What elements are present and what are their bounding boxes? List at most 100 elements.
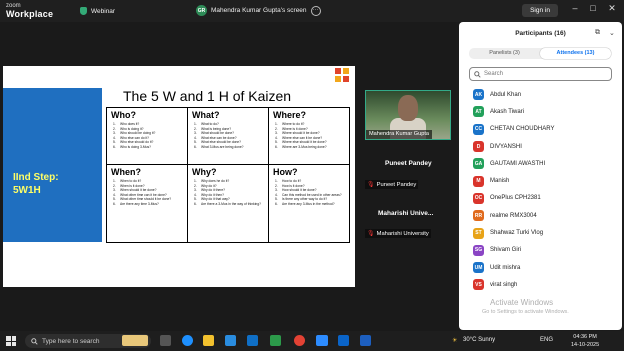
cell-list-item: 6. Who is doing 3-Mus? bbox=[113, 145, 187, 150]
excel-icon[interactable] bbox=[270, 335, 281, 346]
attendee-row[interactable]: AK Abdul Khan bbox=[473, 86, 618, 103]
file-explorer-icon[interactable] bbox=[203, 335, 214, 346]
close-button[interactable]: ✕ bbox=[605, 3, 619, 14]
attendee-row[interactable]: AT Akash Tiwari bbox=[473, 103, 618, 120]
participant-search-input[interactable]: Search bbox=[469, 67, 612, 81]
search-icon bbox=[474, 70, 481, 78]
weather-text[interactable]: 30°C Sunny bbox=[463, 337, 495, 343]
participant-tabs: Panelists (3) Attendees (13) bbox=[469, 48, 611, 59]
avatar: AK bbox=[473, 89, 484, 101]
store-icon[interactable] bbox=[225, 335, 236, 346]
attendee-row[interactable]: M Manish bbox=[473, 172, 618, 189]
cell-heading: Who? bbox=[111, 110, 136, 120]
item-number: 6. bbox=[113, 201, 116, 206]
attendee-row[interactable]: ST Shahwaz Turki Vlog bbox=[473, 224, 618, 241]
taskbar-search-placeholder: Type here to search bbox=[42, 337, 100, 345]
attendee-name: Shahwaz Turki Vlog bbox=[490, 230, 544, 237]
webinar-indicator[interactable]: Webinar bbox=[80, 7, 115, 15]
attendee-row[interactable]: SG Shivam Giri bbox=[473, 242, 618, 259]
item-text: Where are 3-Mus being done? bbox=[282, 144, 327, 149]
attendee-row[interactable]: RR realme RMX3004 bbox=[473, 207, 618, 224]
cell-list: 1. What to do? 2. What is being done? 3. What… bbox=[194, 122, 268, 150]
grid-cell-what: What? 1. What to do? 2. What is being done?… bbox=[187, 107, 269, 165]
cell-heading: When? bbox=[111, 167, 141, 177]
maximize-button[interactable]: □ bbox=[586, 3, 600, 13]
attendee-row[interactable]: D DIVYANSHI bbox=[473, 138, 618, 155]
webinar-label: Webinar bbox=[91, 7, 116, 15]
cell-heading: What? bbox=[192, 110, 220, 120]
step-line-2: 5W1H bbox=[13, 185, 41, 196]
tile-title-maharishi: Maharishi Unive... bbox=[378, 210, 434, 217]
cell-list: 1. How to do it? 2. How is it done? 3. How sh… bbox=[275, 179, 349, 207]
cell-list-item: 6. Are there any time 3-Mus? bbox=[113, 202, 187, 207]
slide-logo-icon bbox=[335, 68, 349, 82]
speaker-name-label: Mahendra Kumar Gupta bbox=[366, 130, 433, 139]
search-highlight-icon[interactable] bbox=[122, 335, 148, 346]
popout-icon[interactable]: ⧉ bbox=[595, 29, 600, 37]
windows-taskbar: Type here to search ☀ 30°C Sunny ENG 04:… bbox=[0, 331, 624, 351]
sign-in-button[interactable]: Sign in bbox=[522, 4, 558, 17]
attendee-name: Abdul Khan bbox=[490, 91, 522, 98]
attendee-row[interactable]: UM Udit mishra bbox=[473, 259, 618, 276]
attendee-row[interactable]: GA GAUTAMI AWASTHI bbox=[473, 155, 618, 172]
cell-list: 1. Where to do it? 2. Where is it done? 3. Wh… bbox=[275, 122, 349, 150]
attendee-name: Akash Tiwari bbox=[490, 108, 525, 115]
attendee-row[interactable]: CC CHETAN CHOUDHARY bbox=[473, 121, 618, 138]
tile-label-text: Puneet Pandey bbox=[376, 181, 417, 188]
activate-windows-watermark: Activate Windows bbox=[490, 298, 554, 307]
avatar: VS bbox=[473, 279, 484, 291]
screen-share-title[interactable]: GR Mahendra Kumar Gupta's screen ··· bbox=[196, 5, 321, 16]
language-indicator[interactable]: ENG bbox=[540, 337, 553, 343]
avatar: OC bbox=[473, 192, 484, 204]
speaker-video-tile[interactable]: Mahendra Kumar Gupta bbox=[365, 90, 451, 140]
mic-muted-icon: 🎙 bbox=[367, 182, 375, 188]
attendee-name: virat singh bbox=[490, 281, 518, 288]
attendee-row[interactable]: OC OnePlus CPH2381 bbox=[473, 190, 618, 207]
tile-label-text: Maharishi University bbox=[376, 230, 429, 237]
activate-windows-subtext: Go to Settings to activate Windows. bbox=[482, 309, 569, 315]
attendee-name: Manish bbox=[490, 178, 510, 185]
avatar: D bbox=[473, 141, 484, 153]
edge-browser-icon[interactable] bbox=[182, 335, 193, 346]
attendee-row[interactable]: VS virat singh bbox=[473, 276, 618, 293]
tab-panelists[interactable]: Panelists (3) bbox=[469, 48, 540, 59]
taskbar-clock[interactable]: 04:36 PM 14-10-2025 bbox=[571, 333, 599, 349]
avatar: UM bbox=[473, 262, 484, 274]
task-view-icon[interactable] bbox=[160, 335, 171, 346]
more-options-icon[interactable]: ··· bbox=[310, 5, 321, 16]
outlook-icon[interactable] bbox=[338, 335, 349, 346]
clock-time: 04:36 PM bbox=[573, 334, 597, 340]
grid-cell-when: When? 1. When to do it? 2. When is it done?… bbox=[106, 164, 188, 243]
avatar: RR bbox=[473, 210, 484, 222]
word-icon[interactable] bbox=[360, 335, 371, 346]
item-number: 6. bbox=[275, 144, 278, 149]
search-icon bbox=[31, 337, 38, 345]
grid-cell-who: Who? 1. Who does it? 2. Who is doing it? 3. W… bbox=[106, 107, 188, 165]
avatar: AT bbox=[473, 106, 484, 118]
grid-cell-where: Where? 1. Where to do it? 2. Where is it do… bbox=[268, 107, 350, 165]
shield-icon bbox=[80, 7, 87, 15]
chevron-down-icon[interactable]: ⌄ bbox=[609, 29, 615, 37]
tab-attendees[interactable]: Attendees (13) bbox=[540, 48, 611, 59]
tile-title-puneet: Puneet Pandey bbox=[385, 160, 432, 167]
zoom-logo: zoom Workplace bbox=[6, 2, 54, 19]
cell-list: 1. Who does it? 2. Who is doing it? 3. Who sh… bbox=[113, 122, 187, 150]
cell-heading: Where? bbox=[273, 110, 307, 120]
chrome-icon[interactable] bbox=[294, 335, 305, 346]
logo-bottom-text: Workplace bbox=[6, 9, 54, 19]
attendee-name: CHETAN CHOUDHARY bbox=[490, 126, 555, 133]
item-number: 6. bbox=[194, 144, 197, 149]
minimize-button[interactable]: – bbox=[568, 3, 582, 13]
avatar: SG bbox=[473, 244, 484, 256]
mail-icon[interactable] bbox=[247, 335, 258, 346]
windows-start-icon[interactable] bbox=[6, 336, 16, 346]
avatar: ST bbox=[473, 227, 484, 239]
attendee-list: AK Abdul Khan AT Akash Tiwari CC CHETAN CHOUD… bbox=[473, 86, 618, 294]
search-placeholder: Search bbox=[484, 71, 504, 77]
slide-title: The 5 W and 1 H of Kaizen bbox=[123, 88, 292, 104]
cell-list: 1. Why does he do it? 2. Why do it? 3. Why do… bbox=[194, 179, 268, 207]
presenter-avatar: GR bbox=[196, 5, 207, 16]
zoom-taskbar-icon[interactable] bbox=[316, 335, 328, 346]
participants-panel: Participants (16) ⧉ ⌄ Panelists (3) Atte… bbox=[459, 22, 622, 330]
kaizen-grid: Who? 1. Who does it? 2. Who is doing it? 3. W… bbox=[106, 107, 350, 243]
